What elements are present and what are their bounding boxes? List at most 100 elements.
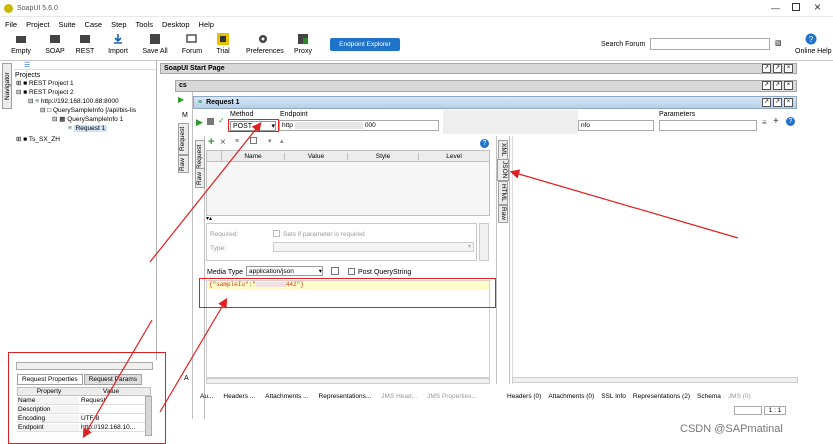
table-row[interactable]: Description [17, 405, 151, 414]
tab-raw[interactable]: Raw [178, 155, 189, 173]
endpoint-explorer-button[interactable]: Endpoint Explorer [330, 38, 400, 51]
projects-root[interactable]: Projects [15, 72, 156, 79]
tab-xml[interactable]: XML [498, 140, 508, 160]
max-icon[interactable]: ↗ [773, 64, 782, 73]
empty-button[interactable]: Empty [6, 33, 36, 55]
import-button[interactable]: Import [103, 33, 133, 55]
move-up-icon[interactable]: ▴ [280, 137, 284, 145]
tab-json[interactable]: JSON [497, 159, 509, 181]
soap-button[interactable]: SOAP [40, 33, 70, 55]
stop-icon[interactable] [207, 118, 214, 125]
preferences-button[interactable]: Preferences [246, 33, 284, 55]
list-icon[interactable]: ☰ [24, 62, 30, 69]
resource-input[interactable]: nfo [578, 120, 654, 131]
tab-raw-inner[interactable]: Raw [195, 168, 205, 188]
menu-item[interactable]: Desktop [162, 20, 190, 29]
col-level: Level [446, 152, 462, 160]
format-icon[interactable] [331, 267, 339, 275]
submit-icon[interactable]: ▶ [196, 117, 203, 128]
remove-param-icon[interactable]: × [220, 137, 226, 148]
type-select[interactable]: ▾ [273, 242, 474, 252]
body-hscroll[interactable] [206, 378, 490, 384]
save-all-button[interactable]: Save All [140, 33, 170, 55]
max-icon[interactable]: ↗ [773, 98, 782, 107]
properties-scrollbar[interactable] [16, 362, 153, 370]
proxy-button[interactable]: Proxy [288, 33, 318, 55]
tree-item[interactable]: ⊞ ■ Ts_SX_ZH [16, 135, 156, 144]
table-row[interactable]: Endpoint http://192.168.10... [17, 423, 151, 432]
close-panel-icon[interactable]: × [784, 64, 793, 73]
parameters-input[interactable] [659, 120, 757, 131]
tree-item[interactable]: ⊞ ■ REST Project 1 [16, 79, 156, 88]
media-type-select[interactable]: application/json ▾ [246, 266, 323, 276]
request-bottom-tab[interactable]: Headers ... [223, 393, 255, 400]
response-bottom-tab[interactable]: Headers (0) [507, 393, 541, 400]
rest-button[interactable]: REST [70, 33, 100, 55]
menu-item[interactable]: File [5, 20, 17, 29]
required-checkbox[interactable] [273, 230, 280, 237]
menu-item[interactable]: Help [199, 20, 214, 29]
search-forum-input[interactable] [650, 38, 770, 50]
params-header: Name Value Style Level [207, 150, 489, 162]
menu-item[interactable]: Case [85, 20, 103, 29]
response-editor[interactable] [512, 136, 798, 384]
tab-request[interactable]: Request [178, 123, 189, 155]
float-icon[interactable]: ↗ [762, 98, 771, 107]
copy-icon[interactable] [250, 137, 257, 144]
maximize-icon[interactable] [792, 3, 800, 11]
response-bottom-tab[interactable]: Representations (2) [633, 393, 690, 400]
close-panel-icon[interactable]: × [784, 98, 793, 107]
menu-item[interactable]: Step [111, 20, 126, 29]
tab-request-params[interactable]: Request Params [83, 374, 143, 385]
request-bottom-tab[interactable]: Attachments ... [265, 393, 308, 400]
forum-button[interactable]: Forum [177, 33, 207, 55]
add-param-icon[interactable]: + [208, 136, 214, 148]
tree-item-selected[interactable]: ≡ Request 1 [68, 124, 156, 133]
float-icon[interactable]: ↗ [762, 64, 771, 73]
method-select[interactable]: POST ▾ [230, 121, 276, 131]
post-query-checkbox[interactable] [348, 268, 355, 275]
request-bottom-tab[interactable]: JMS Properties... [427, 393, 477, 400]
tree-item[interactable]: ⊟ ■ REST Project 2 [16, 88, 156, 97]
search-icon[interactable]: ▧ [775, 39, 782, 47]
minimize-icon[interactable]: — [771, 3, 780, 13]
menu-item[interactable]: Suite [58, 20, 75, 29]
tree-item[interactable]: ⊟ ≡ http://192.168.100.88:8000 [28, 97, 156, 106]
endpoint-label: Endpoint [280, 111, 308, 118]
tree-item[interactable]: ⊟ ▦ QuerySampleInfo 1 [52, 115, 156, 124]
help-icon[interactable]: ? [786, 117, 795, 126]
tab-request-properties[interactable]: Request Properties [17, 374, 83, 385]
navigator-tab[interactable]: Navigator [2, 63, 12, 109]
request-bottom-tab[interactable]: Au... [200, 393, 213, 400]
max-icon[interactable]: ↗ [773, 81, 782, 90]
request-bottom-tab[interactable]: Representations... [319, 393, 372, 400]
tab-html[interactable]: HTML [498, 181, 508, 205]
trial-button[interactable]: Trial [208, 33, 238, 55]
response-hscroll[interactable] [512, 377, 798, 383]
menu-item[interactable]: Project [26, 20, 49, 29]
table-row[interactable]: Encoding UTF-8 [17, 414, 151, 423]
response-bottom-tab[interactable]: SSL Info [601, 393, 626, 400]
tree-item[interactable]: ⊟ □ QuerySampleInfo [/api/bis-lis [40, 106, 156, 115]
clear-icon[interactable]: ≡ [235, 138, 239, 145]
endpoint-input[interactable]: http 000 [279, 120, 439, 131]
tab-raw-response[interactable]: Raw [498, 205, 508, 223]
edit-icon[interactable]: ≡ [762, 118, 767, 127]
add-assertion-icon[interactable]: ✓ [218, 116, 225, 125]
close-icon[interactable]: × [814, 0, 821, 14]
add-icon[interactable]: + [773, 116, 779, 127]
help-icon[interactable]: ? [480, 139, 489, 148]
close-panel-icon[interactable]: × [784, 81, 793, 90]
properties-rows: Name Request Description Encoding UTF-8 Endpo… [17, 396, 151, 432]
table-row[interactable]: Name Request [17, 396, 151, 405]
response-bottom-tab[interactable]: JMS (0) [728, 393, 751, 400]
properties-vscroll[interactable] [145, 396, 152, 436]
detail-scroll[interactable] [479, 223, 489, 261]
response-bottom-tab[interactable]: Attachments (0) [548, 393, 594, 400]
menu-item[interactable]: Tools [136, 20, 154, 29]
online-help-button[interactable]: ? Online Help [795, 33, 833, 55]
move-down-icon[interactable]: ▾ [268, 137, 272, 145]
response-bottom-tab[interactable]: Schema [697, 393, 721, 400]
float-icon[interactable]: ↗ [762, 81, 771, 90]
request-bottom-tab[interactable]: JMS Head... [381, 393, 417, 400]
